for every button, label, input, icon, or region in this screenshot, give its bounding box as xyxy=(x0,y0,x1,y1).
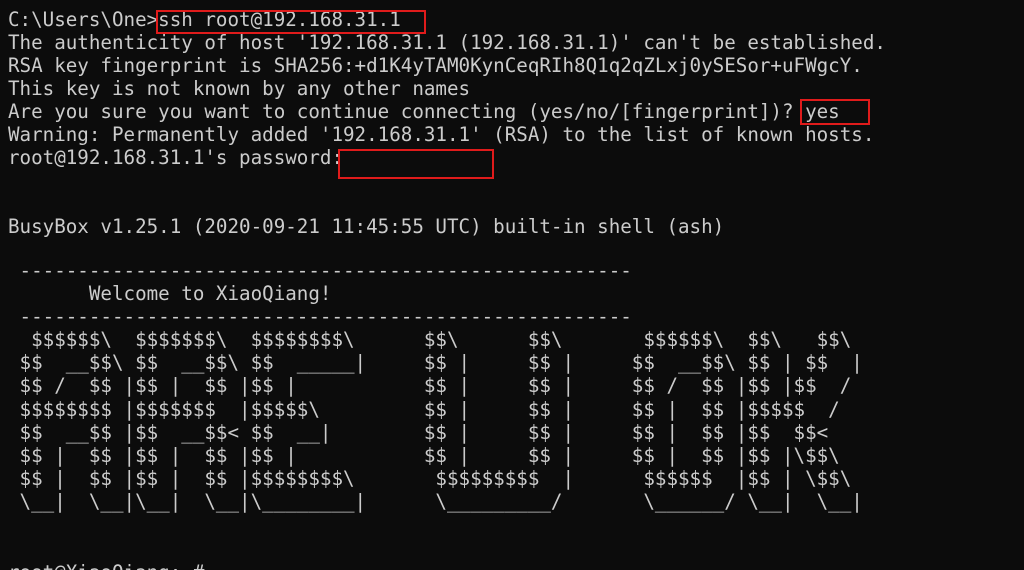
busybox-banner: BusyBox v1.25.1 (2020-09-21 11:45:55 UTC… xyxy=(8,215,725,238)
terminal-line-unknown-key: This key is not known by any other names xyxy=(8,77,471,100)
terminal-line-confirm-prompt: Are you sure you want to continue connec… xyxy=(8,100,840,123)
terminal-line-fingerprint: RSA key fingerprint is SHA256:+d1K4yTAM0… xyxy=(8,54,863,77)
terminal-line-command: C:\Users\One>ssh root@192.168.31.1 xyxy=(8,8,401,31)
welcome-ascii-art: ----------------------------------------… xyxy=(19,259,863,513)
terminal-line-authenticity: The authenticity of host '192.168.31.1 (… xyxy=(8,31,886,54)
shell-prompt[interactable]: root@XiaoQiang:~# xyxy=(8,561,204,570)
terminal-line-warning: Warning: Permanently added '192.168.31.1… xyxy=(8,123,875,146)
password-field-highlight xyxy=(338,149,494,179)
terminal-line-password-prompt: root@192.168.31.1's password: xyxy=(8,146,344,169)
terminal-window[interactable]: C:\Users\One>ssh root@192.168.31.1 The a… xyxy=(0,0,1024,570)
